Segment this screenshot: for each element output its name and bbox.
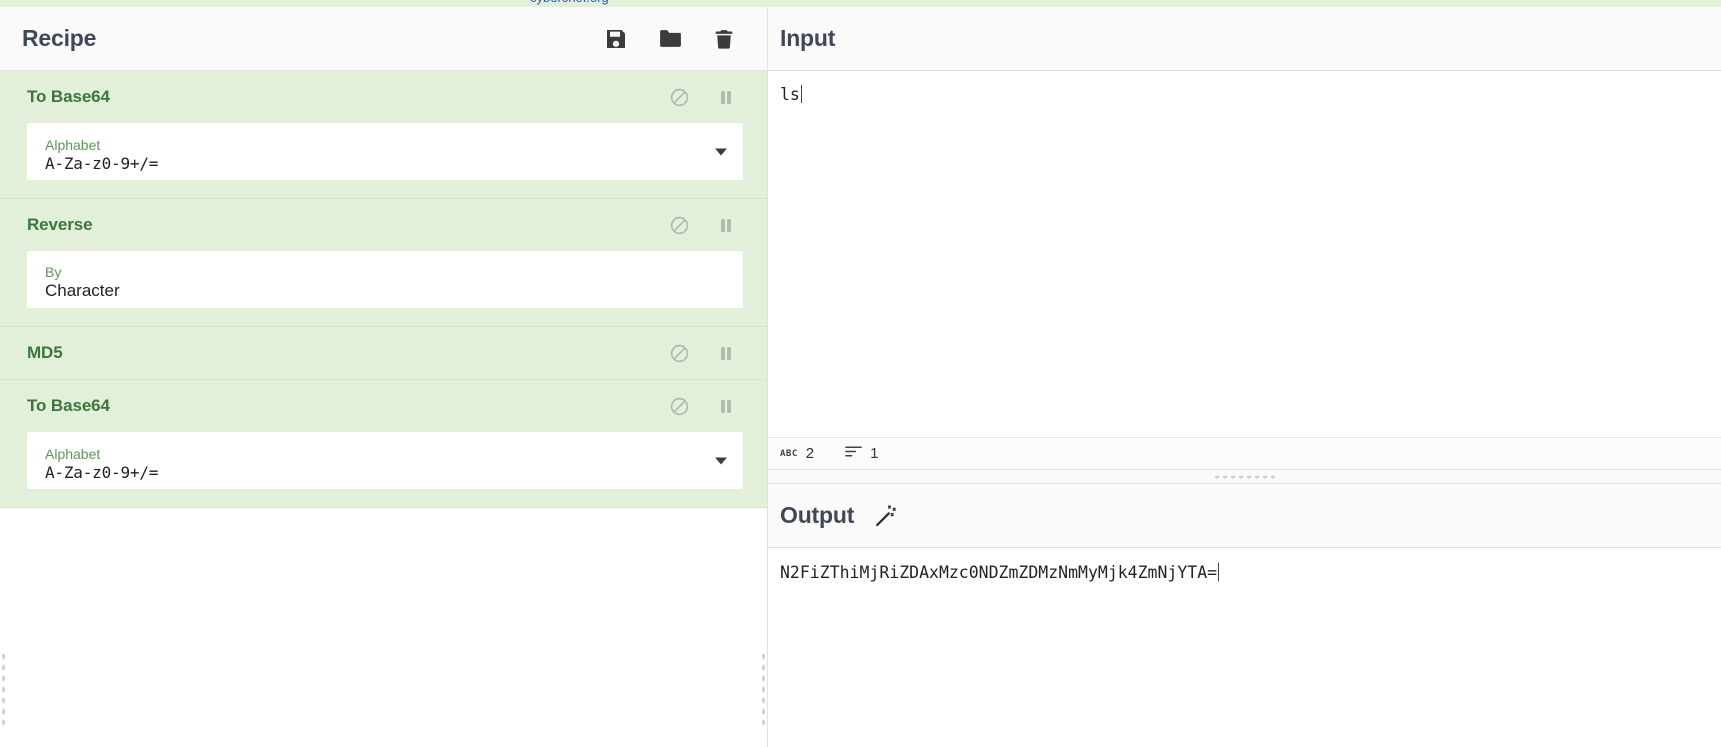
arg-label: Alphabet: [45, 136, 101, 153]
breakpoint-pause-icon[interactable]: [715, 395, 737, 417]
breakpoint-pause-icon[interactable]: [715, 342, 737, 364]
output-title: Output: [780, 502, 855, 528]
operation-title: MD5: [27, 343, 63, 362]
breakpoint-pause-icon[interactable]: [715, 86, 737, 108]
operation-controls: [668, 214, 751, 236]
operation-title: To Base64: [27, 87, 110, 106]
alphabet-select[interactable]: Alphabet A-Za-z0-9+/=: [27, 123, 743, 180]
input-title-bar: Input: [768, 7, 1721, 71]
io-pane: Input ls ABC 2 1 Output N2FiZThiMjRiZDAx…: [768, 0, 1721, 747]
reverse-by-field[interactable]: By Character: [27, 251, 743, 308]
arg-label: Alphabet: [45, 445, 101, 462]
top-banner-sliver: cyberchef.org: [0, 0, 1721, 7]
recipe-pane: Recipe To Base64 Alphabet A-Za-z0-9+/= R…: [0, 0, 768, 747]
input-textarea[interactable]: ls: [768, 71, 1721, 437]
operation-controls: [668, 395, 751, 417]
operation-header: MD5: [0, 327, 767, 379]
operation-controls: [668, 342, 751, 364]
operation-controls: [668, 86, 751, 108]
io-splitter[interactable]: [768, 470, 1721, 483]
alphabet-select[interactable]: Alphabet A-Za-z0-9+/=: [27, 432, 743, 489]
recipe-left-resize-handle[interactable]: [1, 651, 6, 725]
arg-value: A-Za-z0-9+/=: [45, 462, 159, 482]
input-status-bar: ABC 2 1: [768, 437, 1721, 469]
recipe-operation-list[interactable]: To Base64 Alphabet A-Za-z0-9+/= Reverse …: [0, 71, 767, 629]
recipe-operation[interactable]: To Base64 Alphabet A-Za-z0-9+/=: [0, 71, 767, 199]
splitter-grip: [1212, 474, 1277, 479]
disable-operation-icon[interactable]: [668, 86, 690, 108]
output-cursor: [1218, 563, 1220, 581]
operation-arguments: Alphabet A-Za-z0-9+/=: [0, 123, 767, 198]
arg-value: A-Za-z0-9+/=: [45, 153, 159, 173]
line-count-value: 1: [870, 445, 879, 462]
operation-header: To Base64: [0, 71, 767, 123]
operation-arguments: By Character: [0, 251, 767, 326]
trash-icon[interactable]: [711, 26, 737, 52]
recipe-toolbar: [603, 26, 751, 52]
disable-operation-icon[interactable]: [668, 395, 690, 417]
recipe-operation[interactable]: To Base64 Alphabet A-Za-z0-9+/=: [0, 380, 767, 508]
text-cursor: [800, 85, 802, 103]
input-title: Input: [780, 25, 836, 51]
input-value: ls: [780, 85, 800, 104]
output-section: Output N2FiZThiMjRiZDAxMzc0NDZmZDMzNmMyM…: [768, 483, 1721, 747]
operation-header: Reverse: [0, 199, 767, 251]
cyberchef-app: cyberchef.org Recipe: [0, 0, 1721, 747]
recipe-empty-area[interactable]: [0, 629, 767, 747]
recipe-title: Recipe: [22, 25, 97, 51]
recipe-title-bar: Recipe: [0, 7, 767, 71]
magic-wand-icon[interactable]: [870, 501, 900, 531]
input-section: Input ls ABC 2 1: [768, 7, 1721, 470]
breakpoint-pause-icon[interactable]: [715, 214, 737, 236]
abc-icon: ABC: [780, 448, 798, 459]
banner-link[interactable]: cyberchef.org: [530, 0, 609, 5]
lines-icon: [845, 445, 862, 462]
recipe-right-resize-handle[interactable]: [761, 651, 766, 725]
recipe-operation[interactable]: Reverse By Character: [0, 199, 767, 327]
disable-operation-icon[interactable]: [668, 342, 690, 364]
chevron-down-icon[interactable]: [715, 148, 727, 155]
disable-operation-icon[interactable]: [668, 214, 690, 236]
character-count-value: 2: [805, 445, 815, 462]
operation-title: Reverse: [27, 215, 93, 234]
arg-value: Character: [45, 281, 120, 301]
line-count: 1: [845, 445, 878, 462]
chevron-down-icon[interactable]: [715, 457, 727, 464]
output-textarea[interactable]: N2FiZThiMjRiZDAxMzc0NDZmZDMzNmMyMjk4ZmNj…: [768, 548, 1721, 747]
folder-icon[interactable]: [657, 26, 683, 52]
output-title-bar: Output: [768, 484, 1721, 548]
arg-label: By: [45, 264, 62, 281]
save-icon[interactable]: [603, 26, 629, 52]
operation-arguments: Alphabet A-Za-z0-9+/=: [0, 432, 767, 507]
operation-header: To Base64: [0, 380, 767, 432]
output-value: N2FiZThiMjRiZDAxMzc0NDZmZDMzNmMyMjk4ZmNj…: [780, 563, 1218, 582]
operation-title: To Base64: [27, 396, 110, 415]
recipe-operation[interactable]: MD5: [0, 327, 767, 380]
character-count: ABC 2: [780, 445, 814, 462]
